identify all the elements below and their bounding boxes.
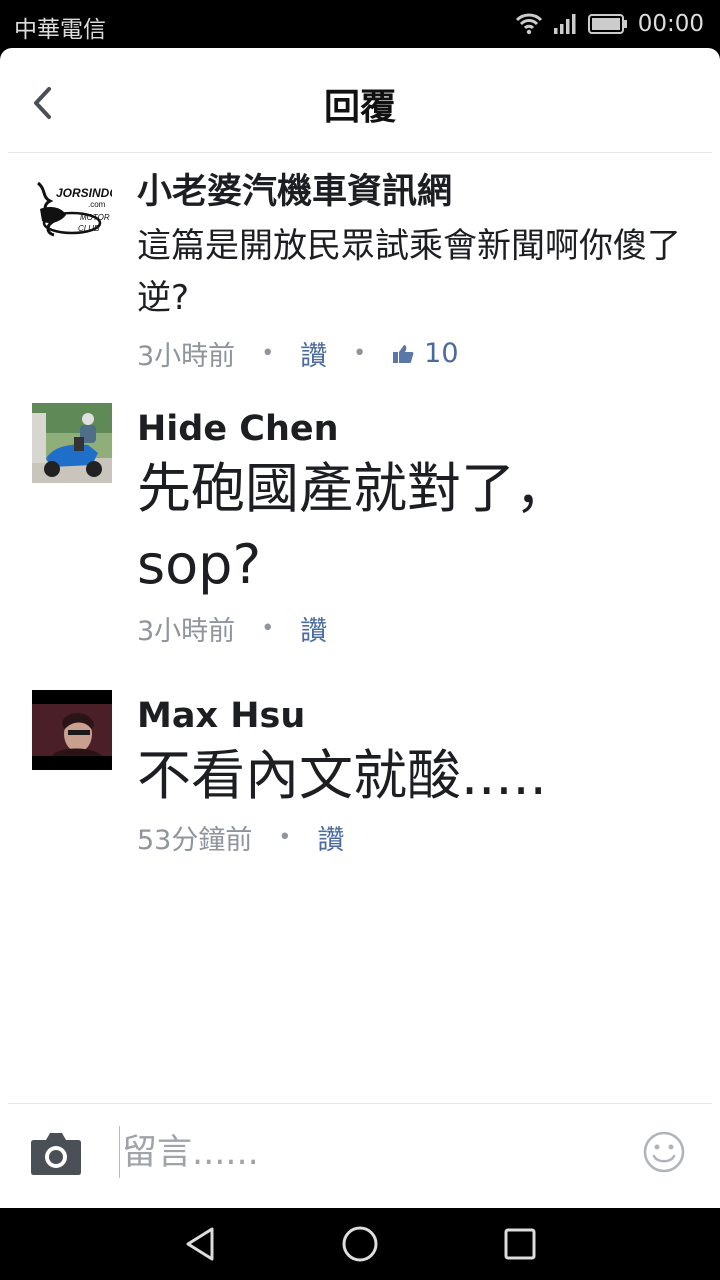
like-button[interactable]: 讚 (300, 334, 327, 373)
thumbs-up-icon (393, 344, 414, 363)
separator-dot: • (278, 825, 292, 850)
comment-meta: 3小時前 • 讚 (137, 609, 690, 648)
nav-recents-button[interactable] (500, 1224, 540, 1264)
comment-author[interactable]: Hide Chen (137, 407, 690, 451)
svg-text:CLUB: CLUB (78, 224, 100, 233)
comment-time[interactable]: 3小時前 (137, 609, 235, 648)
svg-text:MOTOR: MOTOR (80, 213, 110, 222)
separator-dot: • (261, 616, 275, 641)
like-button[interactable]: 讚 (300, 609, 327, 648)
dark-portrait-photo (32, 690, 112, 770)
comment-author[interactable]: Max Hsu (137, 694, 690, 738)
comment-text: 不看內文就酸..... (137, 744, 547, 807)
nav-back-button[interactable] (180, 1224, 220, 1264)
jorsindo-motor-club-logo: JORSINDO .com MOTOR CLUB (36, 181, 112, 237)
avatar[interactable] (32, 403, 112, 483)
comment-time[interactable]: 3小時前 (137, 334, 235, 373)
navigation-bar (0, 1208, 720, 1280)
avatar[interactable]: JORSINDO .com MOTOR CLUB (32, 175, 112, 255)
wifi-icon (515, 13, 542, 35)
comment-meta: 3小時前 • 讚 • 10 (137, 334, 690, 373)
replies-panel: 回覆 JORSINDO .com MOTOR CLUB 小老婆汽機車資訊網 這篇… (0, 48, 720, 1208)
status-bar: 中華電信 00:00 (0, 0, 720, 48)
back-triangle-icon (186, 1227, 214, 1261)
reaction-count[interactable]: 10 (392, 338, 459, 369)
comment-author[interactable]: 小老婆汽機車資訊網 (137, 170, 690, 214)
like-count: 10 (424, 338, 459, 369)
text-cursor (119, 1126, 120, 1178)
divider (8, 152, 712, 153)
comment-body: 小老婆汽機車資訊網 這篇是開放民眾試乘會新聞啊你傻了逆? 3小時前 • 讚 • … (137, 170, 690, 373)
comment-input[interactable] (122, 1128, 602, 1178)
comment-text: 這篇是開放民眾試乘會新聞啊你傻了逆? (137, 226, 681, 318)
like-button[interactable]: 讚 (317, 818, 344, 857)
avatar[interactable] (32, 690, 112, 770)
page-title: 回覆 (323, 87, 396, 128)
comment-time[interactable]: 53分鐘前 (137, 818, 252, 857)
clock: 00:00 (637, 11, 704, 37)
status-icons: 00:00 (515, 8, 704, 40)
comment-body: Hide Chen 先砲國產就對了，sop? 3小時前 • 讚 (137, 403, 690, 648)
header: 回覆 (0, 48, 720, 152)
comment-meta: 53分鐘前 • 讚 (137, 818, 690, 857)
svg-text:.com: .com (88, 200, 106, 209)
signal-icon (553, 14, 576, 34)
carrier-name: 中華電信 (14, 17, 106, 43)
divider (8, 1103, 712, 1104)
svg-text:JORSINDO: JORSINDO (56, 186, 112, 200)
battery-icon (587, 14, 627, 34)
emoji-button[interactable] (643, 1131, 685, 1173)
smiley-icon (643, 1131, 685, 1173)
camera-icon (31, 1133, 81, 1175)
camera-button[interactable] (30, 1130, 82, 1176)
scooter-rider-photo (32, 403, 112, 483)
separator-dot: • (261, 341, 275, 366)
comment-body: Max Hsu 不看內文就酸..... 53分鐘前 • 讚 (137, 690, 690, 857)
recents-square-icon (504, 1228, 536, 1260)
home-circle-icon (342, 1226, 378, 1262)
comment-text: 先砲國產就對了，sop? (137, 457, 569, 596)
nav-home-button[interactable] (340, 1224, 380, 1264)
separator-dot: • (353, 341, 367, 366)
